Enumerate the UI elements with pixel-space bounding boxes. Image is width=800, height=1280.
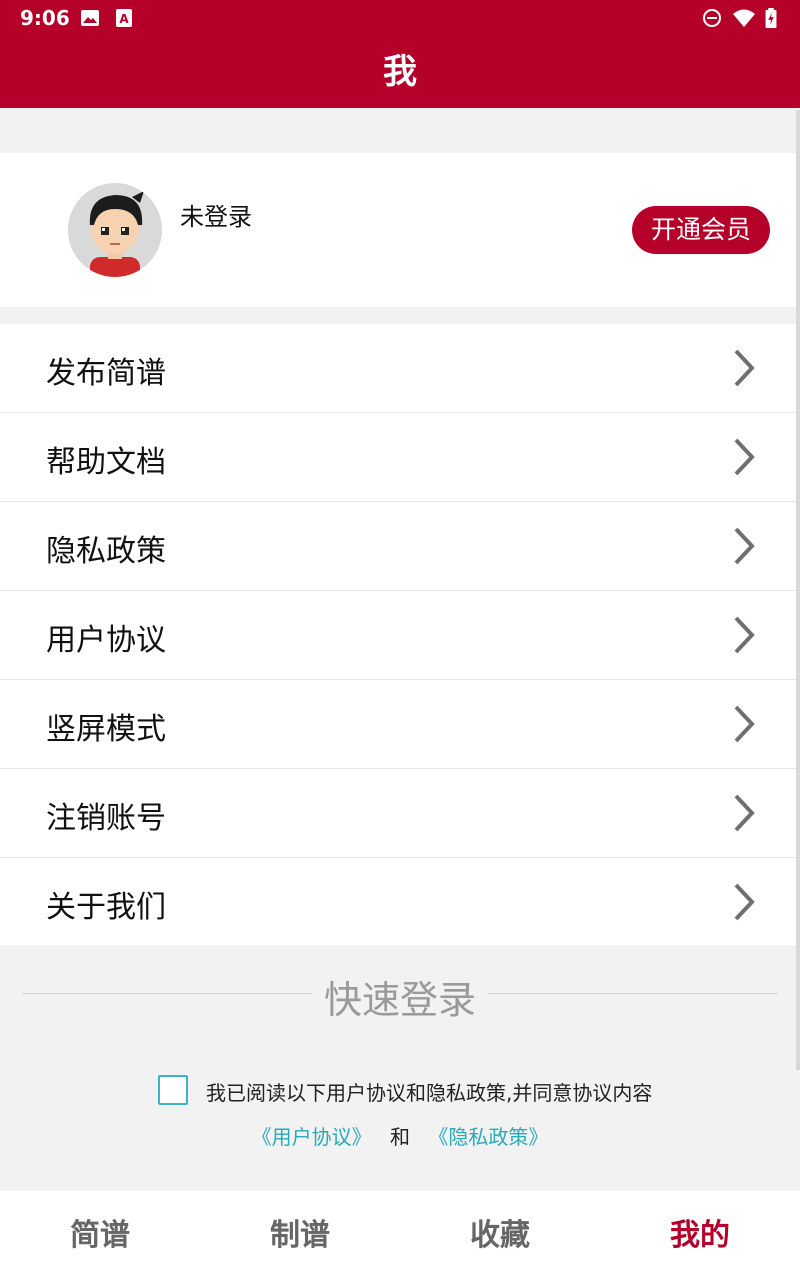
menu-item-user-agreement[interactable]: 用户协议 (0, 591, 800, 680)
privacy-policy-link[interactable]: 《隐私政策》 (428, 1125, 548, 1149)
chevron-right-icon (734, 438, 755, 476)
page-title: 我 (383, 52, 417, 92)
font-icon: A (116, 9, 132, 27)
open-membership-button[interactable]: 开通会员 (632, 206, 770, 254)
username-label: 未登录 (180, 203, 252, 231)
svg-text:A: A (119, 12, 129, 26)
battery-charging-icon (765, 8, 777, 28)
agreement-links: 《用户协议》 和 《隐私政策》 (0, 1121, 800, 1150)
menu-item-label: 关于我们 (46, 890, 166, 925)
menu-item-label: 隐私政策 (46, 534, 166, 569)
agreement-text: 我已阅读以下用户协议和隐私政策,并同意协议内容 (206, 1081, 653, 1105)
app-header: 我 (0, 36, 800, 108)
wifi-icon (733, 9, 755, 27)
menu-item-publish-score[interactable]: 发布简谱 (0, 324, 800, 413)
menu-item-about-us[interactable]: 关于我们 (0, 858, 800, 946)
settings-menu: 发布简谱 帮助文档 隐私政策 用户协议 竖屏模式 注销账号 关于我们 (0, 324, 800, 946)
menu-item-portrait-mode[interactable]: 竖屏模式 (0, 680, 800, 769)
menu-item-privacy-policy[interactable]: 隐私政策 (0, 502, 800, 591)
tab-mine[interactable]: 我的 (600, 1191, 800, 1280)
tab-favorites[interactable]: 收藏 (400, 1191, 600, 1280)
menu-item-delete-account[interactable]: 注销账号 (0, 769, 800, 858)
chevron-right-icon (734, 794, 755, 832)
quick-login-title: 快速登录 (323, 978, 476, 1022)
menu-item-help-docs[interactable]: 帮助文档 (0, 413, 800, 502)
menu-item-label: 发布简谱 (46, 356, 166, 391)
chevron-right-icon (734, 349, 755, 387)
chevron-right-icon (734, 883, 755, 921)
menu-item-label: 用户协议 (46, 623, 166, 658)
menu-item-label: 帮助文档 (46, 445, 166, 480)
tab-compose[interactable]: 制谱 (200, 1191, 400, 1280)
scrollbar[interactable] (796, 110, 800, 1070)
chevron-right-icon (734, 527, 755, 565)
bottom-tab-bar: 简谱 制谱 收藏 我的 (0, 1191, 800, 1280)
status-bar: 9:06 A (0, 0, 800, 36)
chevron-right-icon (734, 616, 755, 654)
avatar-image (68, 183, 162, 277)
avatar[interactable] (68, 183, 162, 277)
quick-login-section: 快速登录 我已阅读以下用户协议和隐私政策,并同意协议内容 《用户协议》 和 《隐… (0, 945, 800, 1191)
and-text: 和 (390, 1125, 410, 1149)
menu-item-label: 注销账号 (46, 801, 166, 836)
tab-scores[interactable]: 简谱 (0, 1191, 200, 1280)
agreement-checkbox[interactable] (158, 1075, 188, 1105)
image-icon (81, 10, 99, 26)
chevron-right-icon (734, 705, 755, 743)
user-agreement-link[interactable]: 《用户协议》 (252, 1125, 372, 1149)
do-not-disturb-icon (703, 9, 721, 27)
profile-card: 未登录 开通会员 (0, 153, 800, 307)
status-time: 9:06 (20, 6, 70, 30)
menu-item-label: 竖屏模式 (46, 712, 166, 747)
